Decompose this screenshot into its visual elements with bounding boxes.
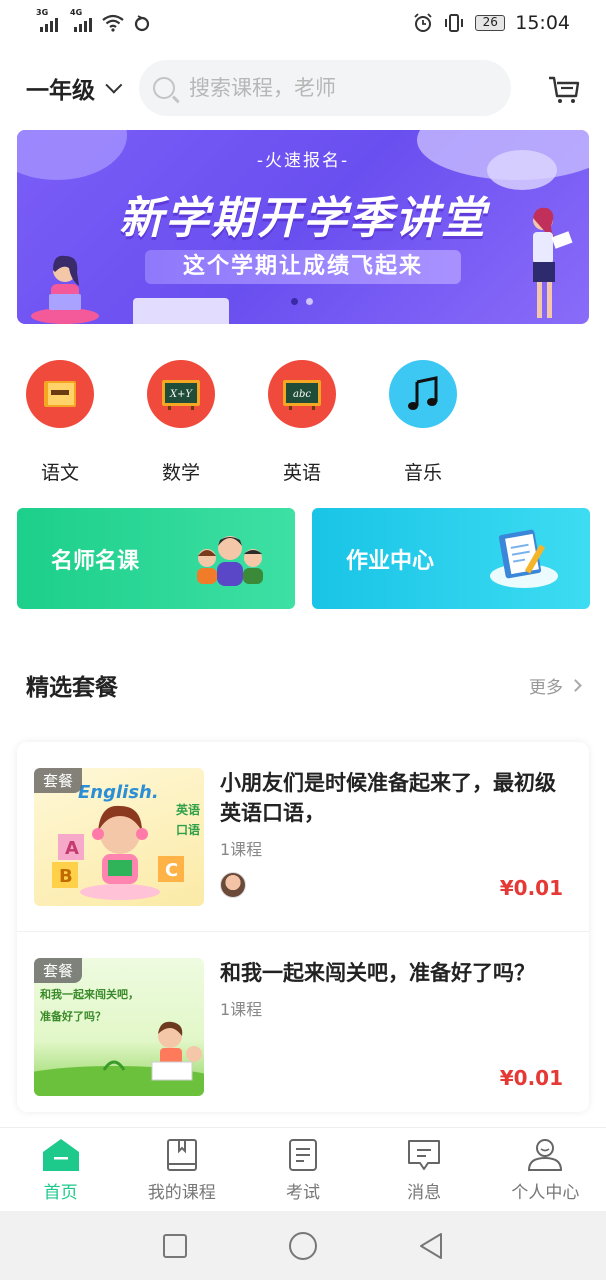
- course-count: 1课程: [220, 1000, 263, 1019]
- course-price: ¥0.01: [499, 1066, 563, 1090]
- wifi-icon: [102, 14, 124, 32]
- course-thumbnail: 和我一起来闯关吧， 准备好了吗？ 套餐: [34, 958, 204, 1096]
- network-type-2: 4G: [70, 8, 83, 17]
- student-illustration-left: [31, 255, 99, 324]
- laptop-illustration: [133, 298, 229, 324]
- battery-icon: 26: [475, 15, 506, 31]
- teachers-icon: [197, 536, 263, 586]
- cellular-signal-icon-2: 4G: [70, 8, 92, 32]
- homework-center-card[interactable]: 作业中心: [312, 508, 590, 609]
- category-label: 数学: [161, 462, 200, 484]
- tab-label: 考试: [285, 1183, 320, 1203]
- course-list: English. A B C 英语 口语 套餐 小朋友们是时候准备起来了，最初级…: [17, 742, 589, 1112]
- chevron-down-icon: [105, 76, 123, 94]
- course-card[interactable]: English. A B C 英语 口语 套餐 小朋友们是时候准备起来了，最初级…: [17, 742, 589, 931]
- svg-text:英语: 英语: [176, 802, 200, 817]
- more-link[interactable]: 更多: [529, 673, 582, 698]
- svg-text:abc: abc: [293, 389, 311, 400]
- search-icon: [153, 77, 175, 99]
- course-count: 1课程: [220, 840, 263, 859]
- blackboard-icon: X+Y: [147, 360, 215, 428]
- grade-selector[interactable]: 一年级: [26, 71, 123, 105]
- course-thumbnail: English. A B C 英语 口语 套餐: [34, 768, 204, 906]
- search-input[interactable]: [189, 76, 489, 100]
- tab-exam[interactable]: 考试: [248, 1128, 358, 1211]
- carousel-dot-active: [291, 298, 298, 305]
- category-row: 语文 X+Y 数学 abc 英语 音乐: [26, 360, 457, 485]
- bottom-tab-bar: 首页 我的课程 考试 消息 个人中心: [0, 1127, 606, 1211]
- carousel-indicator: [291, 298, 313, 305]
- book-icon: [166, 1139, 197, 1171]
- category-label: 语文: [40, 462, 79, 484]
- tab-label: 个人中心: [511, 1183, 580, 1203]
- status-bar: 3G 4G 26 15:04: [0, 0, 606, 46]
- message-icon: [408, 1140, 441, 1170]
- course-price: ¥0.01: [499, 876, 563, 900]
- featured-packages-header: 精选套餐 更多: [26, 668, 582, 702]
- category-math[interactable]: X+Y 数学: [147, 360, 215, 485]
- tab-label: 首页: [43, 1183, 78, 1203]
- cart-icon[interactable]: [546, 70, 582, 106]
- famous-teachers-card[interactable]: 名师名课: [17, 508, 295, 609]
- search-bar[interactable]: [139, 60, 511, 116]
- category-label: 英语: [282, 462, 321, 484]
- music-note-icon: [389, 360, 457, 428]
- home-icon: [42, 1139, 79, 1171]
- svg-text:C: C: [165, 860, 178, 881]
- tab-messages[interactable]: 消息: [369, 1128, 479, 1211]
- banner-title: 新学期开学季讲堂: [119, 193, 487, 244]
- section-title: 精选套餐: [26, 675, 118, 701]
- user-icon: [528, 1139, 563, 1171]
- recent-apps-icon[interactable]: [162, 1233, 188, 1259]
- category-music[interactable]: 音乐: [389, 360, 457, 485]
- teacher-avatar: [220, 872, 246, 898]
- system-nav-bar: [0, 1211, 606, 1280]
- carousel-dot: [306, 298, 313, 305]
- back-icon[interactable]: [418, 1232, 444, 1260]
- thumb-english-text: English.: [78, 782, 159, 803]
- svg-text:和我一起来闯关吧，: 和我一起来闯关吧，: [40, 987, 139, 1001]
- tab-label: 我的课程: [147, 1183, 216, 1203]
- tab-label: 消息: [407, 1183, 442, 1203]
- svg-text:B: B: [59, 866, 73, 887]
- header: 一年级: [0, 58, 606, 118]
- category-label: 音乐: [403, 462, 442, 484]
- course-title: 小朋友们是时候准备起来了，最初级英语口语，: [220, 771, 556, 825]
- package-tag: 套餐: [34, 768, 83, 793]
- course-title: 和我一起来闯关吧，准备好了吗？: [220, 961, 535, 985]
- book-icon: [26, 360, 94, 428]
- grade-label: 一年级: [26, 78, 95, 104]
- tab-profile[interactable]: 个人中心: [490, 1128, 600, 1211]
- svg-text:A: A: [65, 838, 79, 859]
- package-tag: 套餐: [34, 958, 83, 983]
- tab-my-courses[interactable]: 我的课程: [127, 1128, 237, 1211]
- exam-paper-icon: [288, 1139, 317, 1171]
- home-button-icon[interactable]: [288, 1231, 318, 1261]
- svg-text:准备好了吗？: 准备好了吗？: [40, 1009, 106, 1023]
- homework-icon: [490, 529, 558, 588]
- blackboard-icon: abc: [268, 360, 336, 428]
- svg-text:口语: 口语: [176, 822, 200, 837]
- category-chinese[interactable]: 语文: [26, 360, 94, 485]
- vibrate-icon: [445, 14, 464, 32]
- category-english[interactable]: abc 英语: [268, 360, 336, 485]
- feature-label: 作业中心: [346, 548, 435, 574]
- network-type-1: 3G: [36, 8, 49, 17]
- sync-icon: [134, 15, 150, 32]
- promo-banner[interactable]: -火速报名- 新学期开学季讲堂 这个学期让成绩飞起来: [17, 130, 589, 324]
- banner-subtitle: 这个学期让成绩飞起来: [145, 250, 461, 284]
- more-label: 更多: [529, 677, 563, 698]
- course-card[interactable]: 和我一起来闯关吧， 准备好了吗？ 套餐 和我一起来闯关吧，准备好了吗？ 1课程 …: [17, 931, 589, 1112]
- cellular-signal-icon: 3G: [36, 8, 58, 32]
- alarm-icon: [414, 13, 432, 32]
- clock: 15:04: [515, 12, 570, 34]
- feature-label: 名师名课: [51, 548, 140, 574]
- banner-tagline: -火速报名-: [256, 151, 350, 171]
- chevron-right-icon: [569, 678, 582, 692]
- svg-text:X+Y: X+Y: [169, 389, 193, 400]
- tab-home[interactable]: 首页: [6, 1128, 116, 1211]
